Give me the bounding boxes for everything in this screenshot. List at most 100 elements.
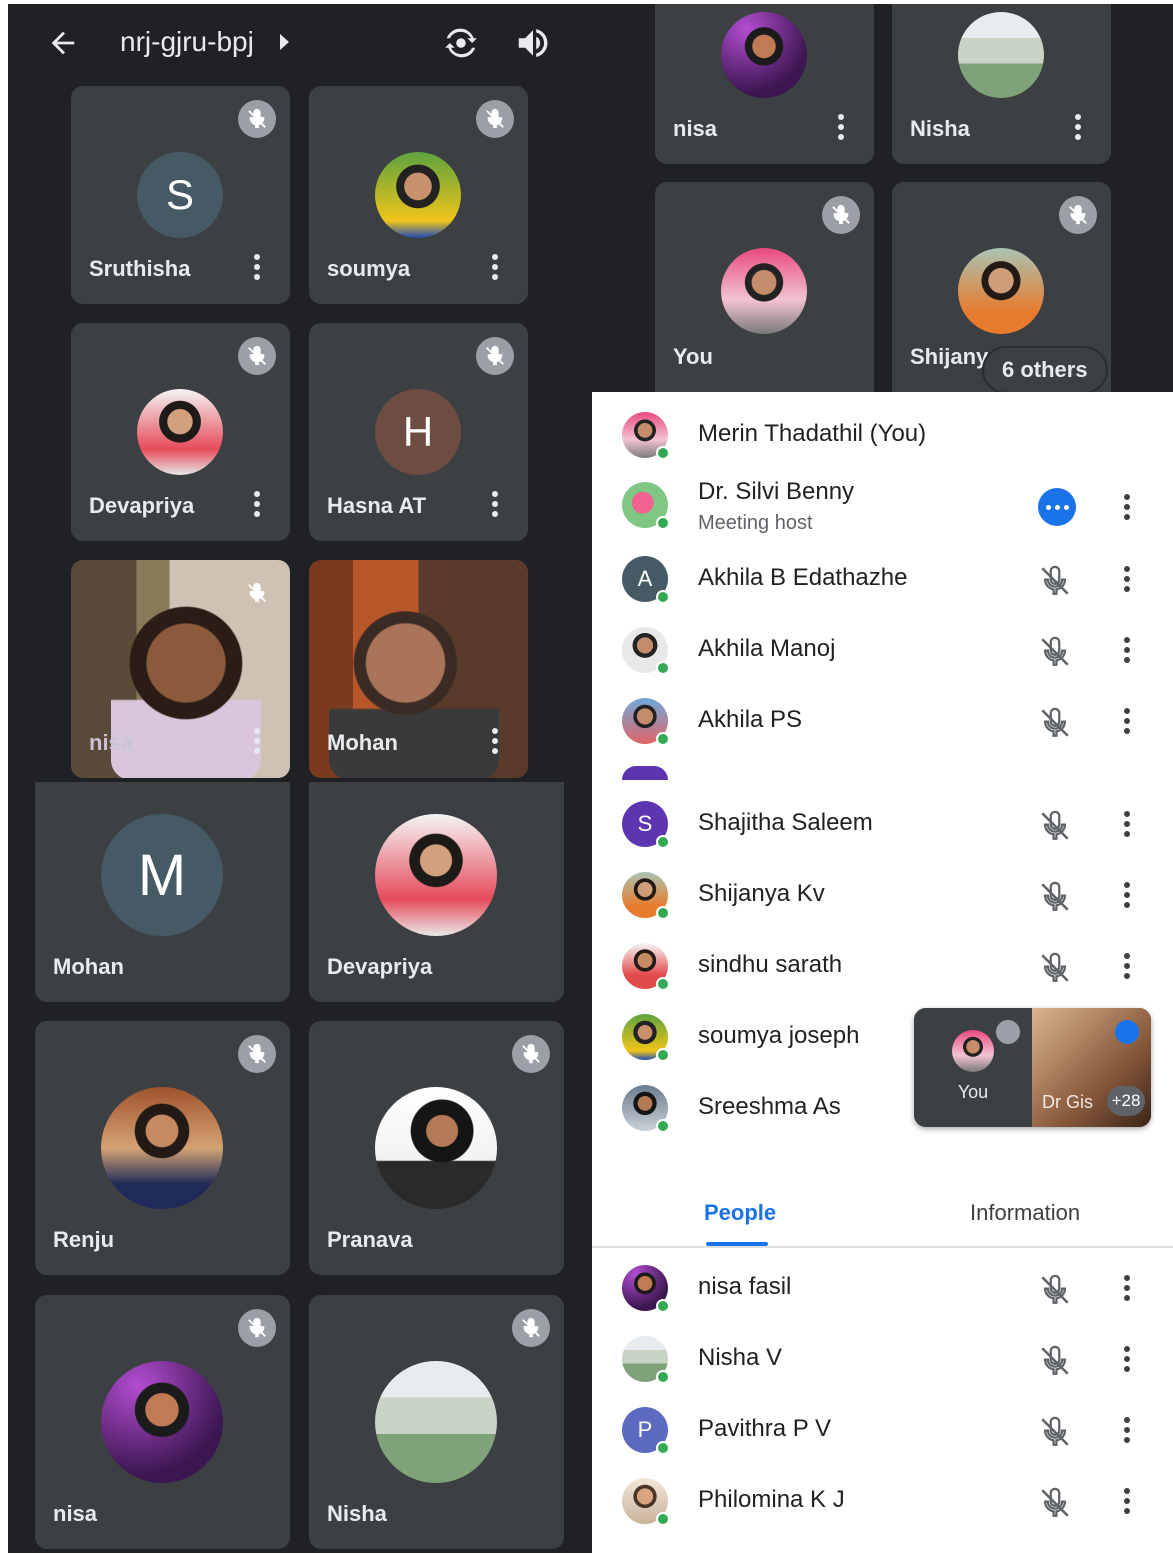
more-options-icon[interactable] bbox=[1122, 811, 1132, 837]
participant-tile[interactable]: Renju bbox=[35, 1021, 290, 1275]
muted-mic-icon bbox=[476, 100, 514, 138]
participant-row[interactable]: Merin Thadathil (You) bbox=[592, 400, 1173, 470]
more-options-icon[interactable] bbox=[490, 254, 500, 284]
participant-row[interactable]: sindhu sarath bbox=[592, 931, 1173, 1001]
participant-name: You bbox=[673, 344, 713, 369]
participant-name: Devapriya bbox=[327, 954, 433, 979]
speaker-icon[interactable] bbox=[514, 24, 552, 62]
muted-mic-icon[interactable] bbox=[1038, 1344, 1072, 1383]
participant-name: Mohan bbox=[53, 954, 124, 979]
pip-window[interactable]: You Dr Gis +28 bbox=[914, 1008, 1151, 1127]
muted-mic-icon[interactable] bbox=[1038, 1486, 1072, 1525]
host-controls-button[interactable] bbox=[1038, 488, 1076, 526]
participant-tile[interactable]: nisa bbox=[35, 1295, 290, 1549]
video-tile[interactable]: Mohan bbox=[309, 560, 528, 778]
more-options-icon[interactable] bbox=[1073, 114, 1083, 144]
caret-right-icon[interactable] bbox=[280, 34, 289, 50]
muted-mic-icon[interactable] bbox=[1038, 1415, 1072, 1454]
more-options-icon[interactable] bbox=[1122, 1488, 1132, 1514]
participant-tile[interactable]: Nisha bbox=[892, 4, 1111, 164]
back-arrow-icon[interactable] bbox=[46, 26, 80, 60]
participant-tile[interactable]: Devapriya bbox=[309, 782, 564, 1002]
more-options-icon[interactable] bbox=[836, 114, 846, 144]
muted-mic-icon[interactable] bbox=[1038, 951, 1072, 990]
participant-name: nisa bbox=[53, 1501, 98, 1526]
muted-mic-icon[interactable] bbox=[1038, 880, 1072, 919]
participant-row[interactable]: Shijanya Kv bbox=[592, 860, 1173, 930]
muted-mic-icon[interactable] bbox=[1038, 1273, 1072, 1312]
online-indicator bbox=[656, 977, 670, 991]
participant-name: Sruthisha bbox=[89, 256, 191, 281]
muted-mic-icon[interactable] bbox=[1038, 809, 1072, 848]
left-meeting-panel: nrj-gjru-bpj S Sruthisha soumya Devapriy… bbox=[8, 4, 592, 1553]
people-panel: Merin Thadathil (You) Dr. Silvi Benny Me… bbox=[592, 392, 1173, 1555]
participant-tile[interactable]: Pranava bbox=[309, 1021, 564, 1275]
more-options-icon[interactable] bbox=[490, 491, 500, 521]
tab-information[interactable]: Information bbox=[882, 1182, 1173, 1246]
more-options-icon[interactable] bbox=[1122, 953, 1132, 979]
avatar: H bbox=[375, 389, 461, 475]
muted-mic-icon[interactable] bbox=[1038, 706, 1072, 745]
participant-name: Akhila B Edathazhe bbox=[698, 564, 908, 591]
online-indicator bbox=[656, 732, 670, 746]
participant-tile[interactable]: soumya bbox=[309, 86, 528, 304]
video-tile[interactable]: nisa bbox=[71, 560, 290, 778]
participant-row[interactable]: A Akhila B Edathazhe bbox=[592, 544, 1173, 614]
pip-count-badge: +28 bbox=[1107, 1086, 1145, 1116]
participant-tile[interactable]: nisa bbox=[655, 4, 874, 164]
participant-name: Nisha bbox=[910, 116, 970, 141]
participant-tile[interactable]: Nisha bbox=[309, 1295, 564, 1549]
participant-row[interactable]: nisa fasil bbox=[592, 1253, 1173, 1323]
more-options-icon[interactable] bbox=[490, 728, 500, 758]
participant-tile[interactable]: You bbox=[655, 182, 874, 392]
tab-people[interactable]: People bbox=[592, 1182, 882, 1246]
participant-name: Philomina K J bbox=[698, 1486, 845, 1513]
muted-mic-icon bbox=[1059, 196, 1097, 234]
participant-tile[interactable]: H Hasna AT bbox=[309, 323, 528, 541]
muted-mic-icon[interactable] bbox=[1038, 564, 1072, 603]
more-options-icon[interactable] bbox=[252, 254, 262, 284]
participant-row[interactable]: Akhila Manoj bbox=[592, 615, 1173, 685]
more-options-icon[interactable] bbox=[252, 491, 262, 521]
more-options-icon[interactable] bbox=[1122, 708, 1132, 734]
avatar bbox=[721, 12, 807, 98]
participant-tile[interactable]: Devapriya bbox=[71, 323, 290, 541]
more-options-icon[interactable] bbox=[1122, 494, 1132, 520]
more-options-icon[interactable] bbox=[1122, 1346, 1132, 1372]
more-options-icon[interactable] bbox=[1122, 1275, 1132, 1301]
online-indicator bbox=[656, 906, 670, 920]
participant-row[interactable]: Nisha V bbox=[592, 1324, 1173, 1394]
muted-mic-icon bbox=[238, 337, 276, 375]
online-indicator bbox=[656, 1119, 670, 1133]
tab-people-label: People bbox=[704, 1200, 777, 1225]
online-indicator bbox=[656, 446, 670, 460]
avatar bbox=[101, 1087, 223, 1209]
video-feed bbox=[111, 600, 261, 778]
switch-camera-icon[interactable] bbox=[442, 24, 480, 62]
participant-row[interactable]: S Shajitha Saleem bbox=[592, 789, 1173, 859]
participant-name: Sreeshma As bbox=[698, 1093, 841, 1120]
participant-name: Mohan bbox=[327, 730, 398, 755]
online-indicator bbox=[656, 590, 670, 604]
online-indicator bbox=[656, 516, 670, 530]
participant-name: nisa bbox=[673, 116, 718, 141]
participant-row[interactable]: Philomina K J bbox=[592, 1466, 1173, 1536]
more-options-icon[interactable] bbox=[1122, 1417, 1132, 1443]
online-indicator bbox=[656, 661, 670, 675]
meeting-code[interactable]: nrj-gjru-bpj bbox=[120, 26, 254, 58]
more-options-icon[interactable] bbox=[1122, 637, 1132, 663]
more-options-icon[interactable] bbox=[1122, 882, 1132, 908]
avatar bbox=[375, 1361, 497, 1483]
participant-row[interactable]: Akhila PS bbox=[592, 686, 1173, 756]
participant-row[interactable]: P Pavithra P V bbox=[592, 1395, 1173, 1465]
muted-mic-icon[interactable] bbox=[1038, 635, 1072, 674]
online-indicator bbox=[656, 835, 670, 849]
participant-tile[interactable]: M Mohan bbox=[35, 782, 290, 1002]
participant-row[interactable]: Dr. Silvi Benny Meeting host bbox=[592, 470, 1173, 548]
others-chip[interactable]: 6 others bbox=[984, 348, 1106, 392]
participant-tile[interactable]: S Sruthisha bbox=[71, 86, 290, 304]
more-options-icon[interactable] bbox=[252, 728, 262, 758]
participant-tile[interactable]: Shijanya 6 others bbox=[892, 182, 1111, 392]
avatar bbox=[137, 389, 223, 475]
more-options-icon[interactable] bbox=[1122, 566, 1132, 592]
